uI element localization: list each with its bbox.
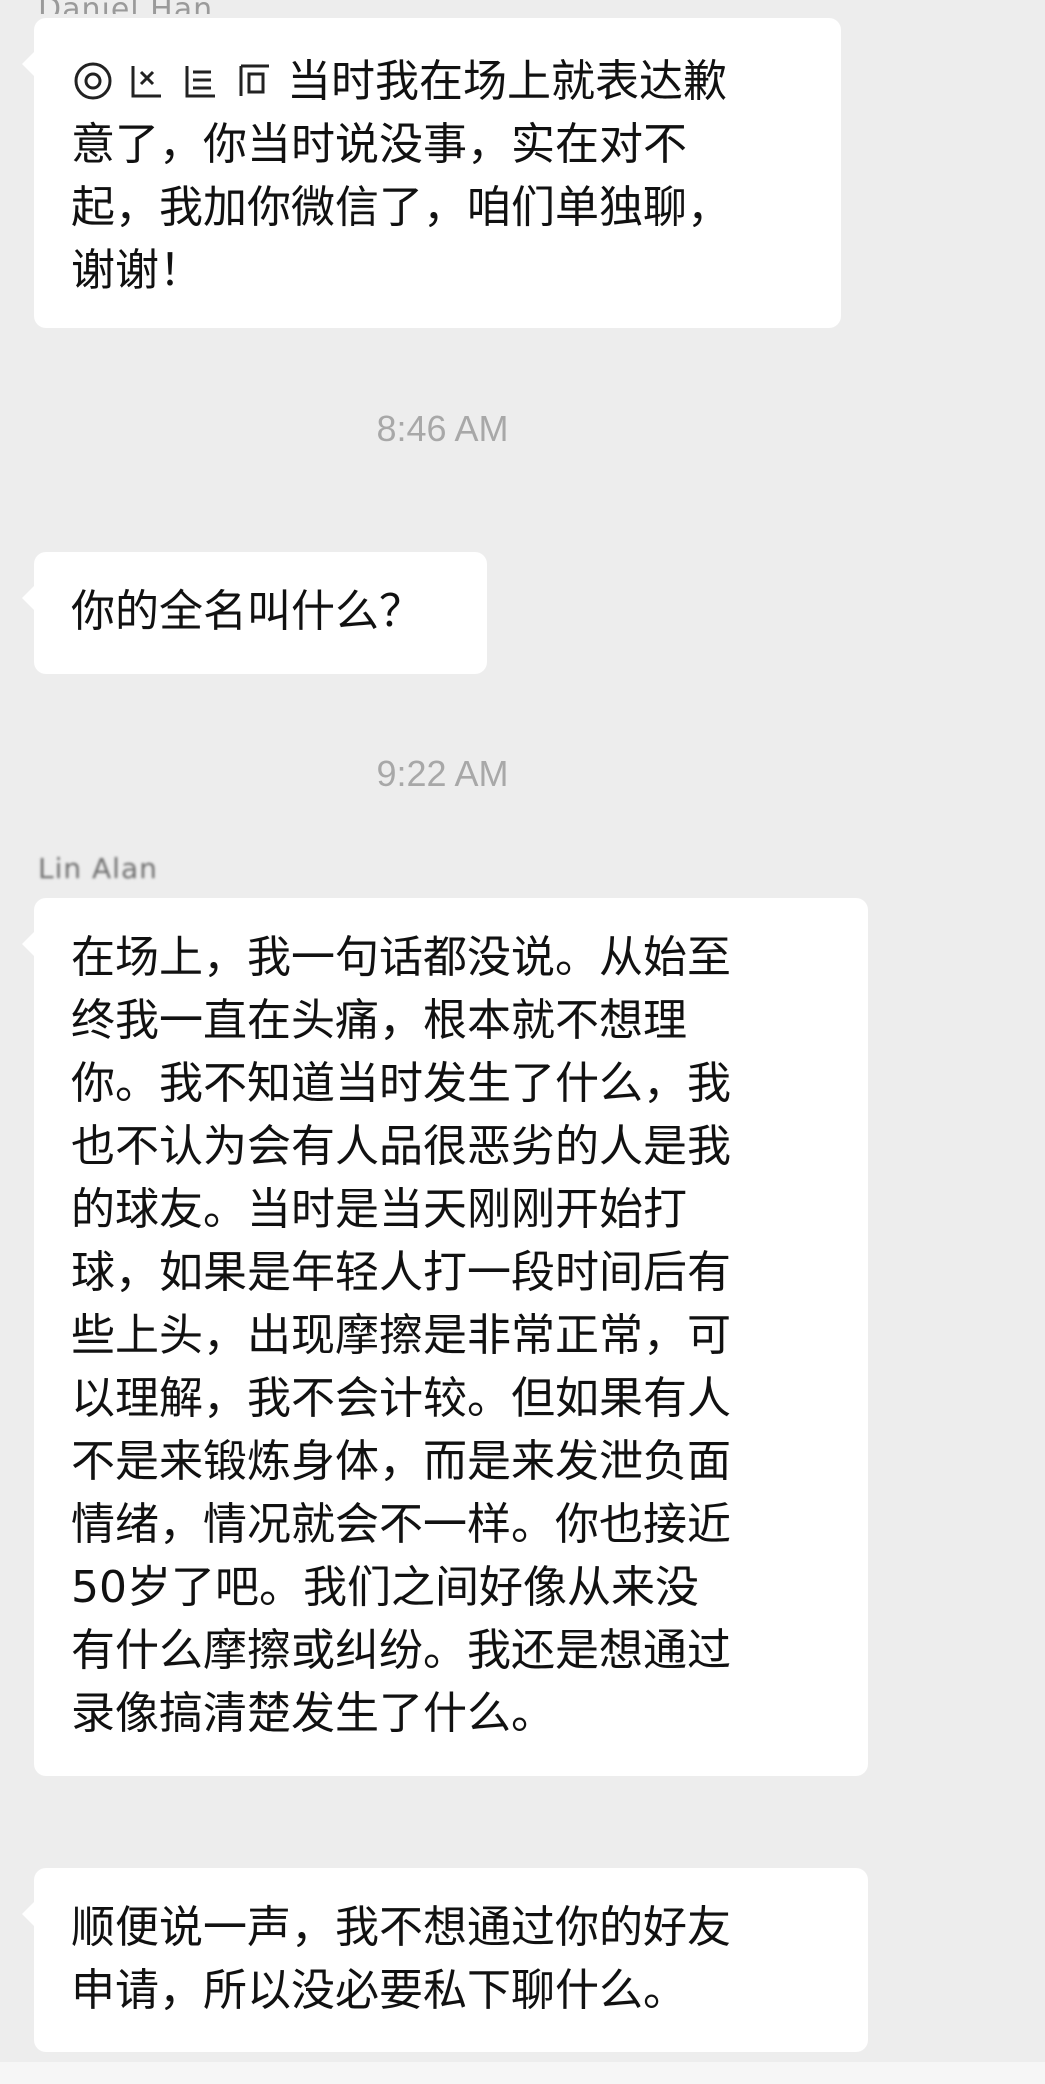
- bottom-edge: [0, 2062, 1045, 2084]
- message-line: 录像搞清楚发生了什么。: [71, 1688, 555, 1739]
- message-line: 的球友。当时是当天刚刚开始打: [71, 1184, 687, 1235]
- message-line: 申请，所以没必要私下聊什么。: [71, 1965, 687, 2016]
- message-line: 球，如果是年轻人打一段时间后有: [71, 1247, 731, 1298]
- message-line: 情绪，情况就会不一样。你也接近: [71, 1499, 731, 1550]
- message-line: 50岁了吧。我们之间好像从来没: [71, 1562, 699, 1613]
- sender-name: Lin Alan: [38, 852, 158, 885]
- message-line: 你的全名叫什么？: [71, 586, 423, 637]
- emoji-icon: [71, 58, 115, 102]
- message-line: 以理解，我不会计较。但如果有人: [71, 1373, 731, 1424]
- message-line: 当时我在场上就表达歉: [71, 50, 805, 113]
- message-bubble[interactable]: 顺便说一声，我不想通过你的好友 申请，所以没必要私下聊什么。: [22, 1868, 868, 2052]
- emoji-icon: [179, 58, 223, 102]
- emoji-icon: [233, 58, 277, 102]
- message-line: 起，我加你微信了，咱们单独聊，: [71, 182, 731, 233]
- message-bubble[interactable]: 当时我在场上就表达歉 意了，你当时说没事，实在对不 起，我加你微信了，咱们单独聊…: [22, 18, 841, 328]
- message-line: 谢谢！: [71, 245, 203, 296]
- message-line: 些上头，出现摩擦是非常正常，可: [71, 1310, 731, 1361]
- message-bubble[interactable]: 在场上，我一句话都没说。从始至 终我一直在头痛，根本就不想理 你。我不知道当时发…: [22, 898, 868, 1776]
- message-line: 你。我不知道当时发生了什么，我: [71, 1058, 731, 1109]
- timestamp: 8:46 AM: [376, 408, 509, 449]
- message-line: 也不认为会有人品很恶劣的人是我: [71, 1121, 731, 1172]
- message-line: 不是来锻炼身体，而是来发泄负面: [71, 1436, 731, 1487]
- message-line: 有什么摩擦或纠纷。我还是想通过: [71, 1625, 731, 1676]
- message-line: 意了，你当时说没事，实在对不: [71, 119, 687, 170]
- message-line: 在场上，我一句话都没说。从始至: [71, 932, 731, 983]
- timestamp: 9:22 AM: [376, 753, 509, 794]
- emoji-icon: [125, 58, 169, 102]
- message-line: 顺便说一声，我不想通过你的好友: [71, 1902, 731, 1953]
- message-line: 终我一直在头痛，根本就不想理: [71, 995, 687, 1046]
- sender-name: Daniel Han: [38, 0, 213, 14]
- chat-thread: Daniel Han 当时我在场上就表达歉 意了，你当时说没事，实在对不 起，我…: [0, 0, 1045, 2084]
- message-bubble[interactable]: 你的全名叫什么？: [22, 552, 487, 674]
